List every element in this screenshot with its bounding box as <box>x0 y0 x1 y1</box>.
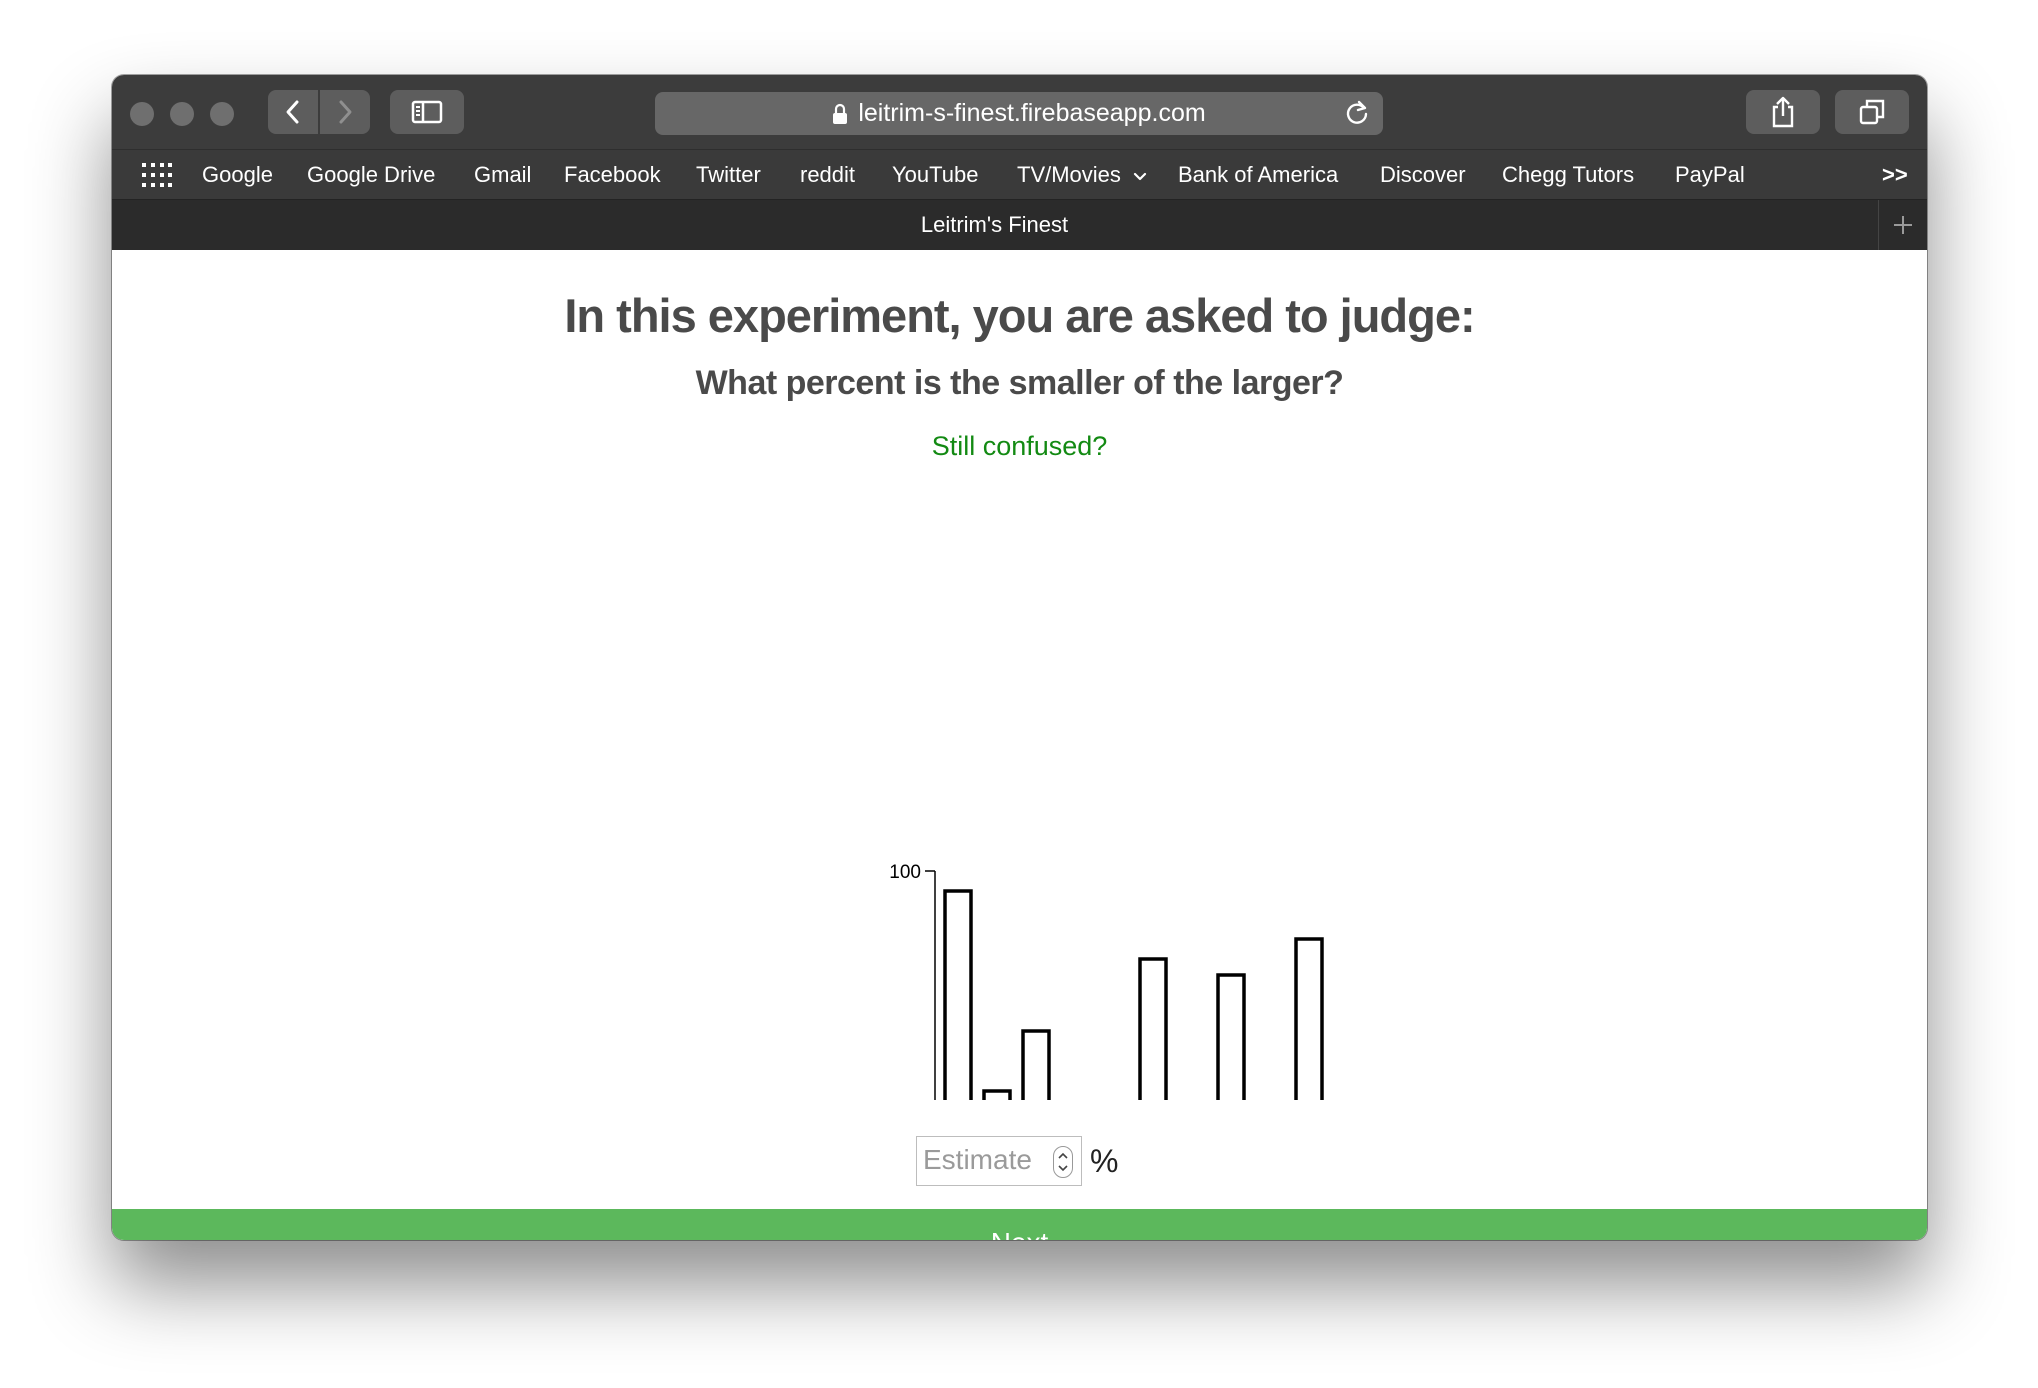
close-window-button[interactable] <box>130 102 154 126</box>
y-tick-label-100: 100 <box>889 862 921 883</box>
sidebar-button[interactable] <box>390 90 464 134</box>
percent-sign: % <box>1090 1142 1119 1179</box>
chevron-down-icon <box>1133 172 1147 181</box>
bookmark-gmail[interactable]: Gmail <box>474 150 531 200</box>
bookmark-google-drive[interactable]: Google Drive <box>307 150 435 200</box>
reload-icon[interactable] <box>1343 99 1371 134</box>
question-text: What percent is the smaller of the large… <box>695 364 1344 402</box>
bar-8 <box>1216 973 1246 1100</box>
bookmarks-overflow-button[interactable]: >> <box>1882 150 1908 200</box>
bookmark-youtube[interactable]: YouTube <box>892 150 978 200</box>
estimate-field-wrapper <box>916 1136 1082 1186</box>
page-content: In this experiment, you are asked to jud… <box>112 250 1927 1240</box>
bookmark-paypal[interactable]: PayPal <box>1675 150 1745 200</box>
bar-6 <box>1138 957 1168 1100</box>
bookmark-reddit[interactable]: reddit <box>800 150 855 200</box>
bar-10 <box>1294 937 1324 1100</box>
stepper-arrows-icon <box>1058 1152 1068 1172</box>
browser-toolbar: leitrim-s-finest.firebaseapp.com <box>112 75 1927 149</box>
address-bar[interactable]: leitrim-s-finest.firebaseapp.com <box>655 92 1383 135</box>
bar-chart: 100 0 <box>889 862 1324 1100</box>
share-button[interactable] <box>1746 90 1820 134</box>
browser-window: leitrim-s-finest.firebaseapp.com Google … <box>112 75 1927 1240</box>
bookmark-tv-movies-label: TV/Movies <box>1017 162 1121 187</box>
estimate-stepper[interactable] <box>1053 1146 1073 1178</box>
forward-button[interactable] <box>320 90 370 134</box>
tab-bar: Leitrim's Finest <box>112 199 1927 250</box>
share-icon <box>1772 96 1794 128</box>
sidebar-icon <box>411 100 443 124</box>
bookmarks-bar: Google Google Drive Gmail Facebook Twitt… <box>112 149 1927 200</box>
bar-2 <box>982 1089 1012 1100</box>
bar-1 <box>943 889 973 1100</box>
bookmark-google[interactable]: Google <box>202 150 273 200</box>
bars-group <box>943 889 1324 1100</box>
back-icon <box>286 100 299 124</box>
page-heading: In this experiment, you are asked to jud… <box>564 289 1475 342</box>
bookmark-facebook[interactable]: Facebook <box>564 150 661 200</box>
url-text: leitrim-s-finest.firebaseapp.com <box>858 99 1206 127</box>
next-button[interactable]: Next <box>112 1209 1927 1240</box>
bookmark-chegg-tutors[interactable]: Chegg Tutors <box>1502 150 1634 200</box>
estimate-input[interactable] <box>917 1137 1051 1183</box>
apps-grid-icon[interactable] <box>142 163 172 187</box>
bookmark-twitter[interactable]: Twitter <box>696 150 761 200</box>
still-confused-link[interactable]: Still confused? <box>112 431 1927 462</box>
new-tab-button[interactable] <box>1878 200 1927 250</box>
bar-3 <box>1021 1029 1051 1100</box>
tabs-overview-icon <box>1859 99 1885 125</box>
plus-icon <box>1894 216 1912 234</box>
minimize-window-button[interactable] <box>170 102 194 126</box>
forward-icon <box>339 100 352 124</box>
zoom-window-button[interactable] <box>210 102 234 126</box>
bookmark-discover[interactable]: Discover <box>1380 150 1466 200</box>
tabs-overview-button[interactable] <box>1835 90 1909 134</box>
bookmark-tv-movies[interactable]: TV/Movies <box>1017 150 1147 200</box>
bookmark-bank-of-america[interactable]: Bank of America <box>1178 150 1338 200</box>
lock-icon <box>832 103 848 125</box>
tab-leitrims-finest[interactable]: Leitrim's Finest <box>112 200 1877 250</box>
estimate-row: % <box>916 1136 1118 1186</box>
back-button[interactable] <box>268 90 318 134</box>
